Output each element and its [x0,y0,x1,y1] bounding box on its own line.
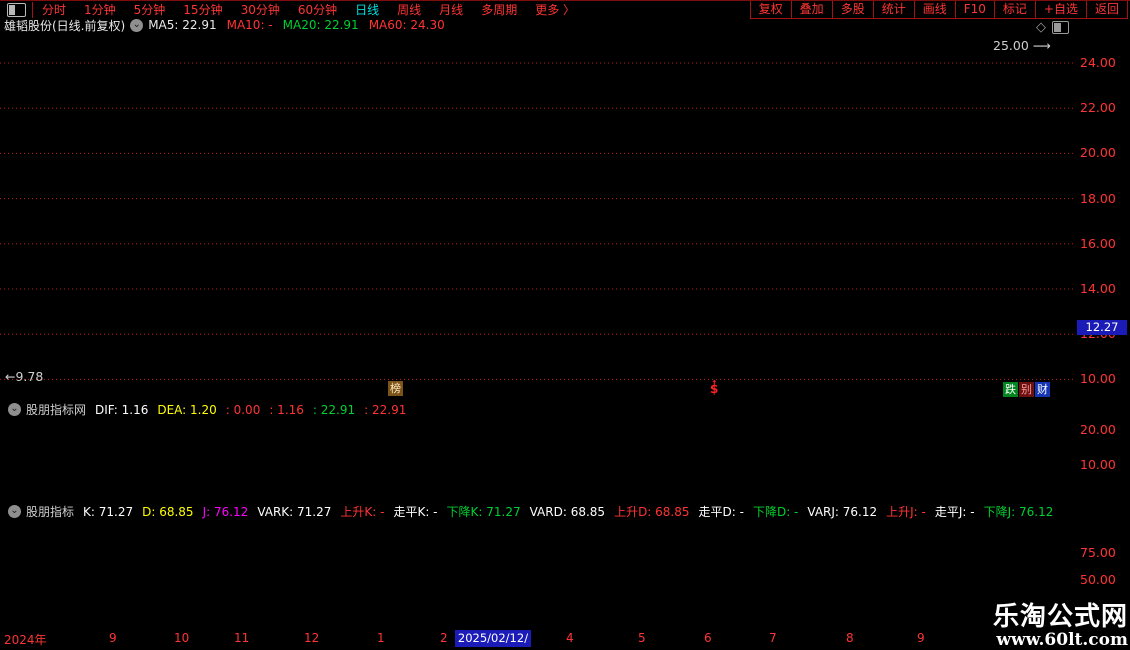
month-label: 4 [566,631,574,645]
marker-badge-财: 财 [1035,382,1050,397]
date-axis: 2024年 9 10 11 12 1 2 4 5 6 7 8 9 [0,631,1075,649]
split-panel-icon[interactable] [1052,21,1069,34]
trading-app-window: 分时 1分钟 5分钟 15分钟 30分钟 60分钟 日线 周线 月线 多周期 更多 〉 复权 叠加 多股… [0,0,1130,650]
month-label: 8 [846,631,854,645]
month-label: 1 [377,631,385,645]
month-label: 5 [638,631,646,645]
cursor-date-box: 2025/02/12/三 [455,630,531,650]
year-label: 2024年 [4,633,47,647]
period-high-annotation: 25.00 ⟶ [993,38,1051,53]
diamond-icon[interactable]: ◇ [1036,20,1046,35]
month-label: 9 [109,631,117,645]
marker-badge-别: 别 [1019,382,1034,397]
chart-corner-icons: ◇ [1036,20,1069,35]
dollar-sign: $ [710,382,719,396]
period-low-annotation: ←9.78 [5,369,44,384]
watermark-site-name: 乐淘公式网 [992,602,1128,632]
marker-badge-跌: 跌 [1003,382,1018,397]
month-label: 2 [440,631,448,645]
watermark: 乐淘公式网 www.60lt.com [986,601,1130,650]
month-label: 12 [304,631,320,645]
month-label: 11 [234,631,250,645]
month-label: 7 [769,631,777,645]
cursor-price-box: 12.27 [1077,320,1127,336]
month-label: 6 [704,631,712,645]
watermark-url: www.60lt.com [996,630,1128,650]
marker-badge-榜: 榜 [388,381,403,396]
dollar-marker: ↑ $ [710,380,719,396]
month-label: 10 [174,631,190,645]
chart-canvas[interactable] [0,0,1130,650]
month-label: 9 [917,631,925,645]
